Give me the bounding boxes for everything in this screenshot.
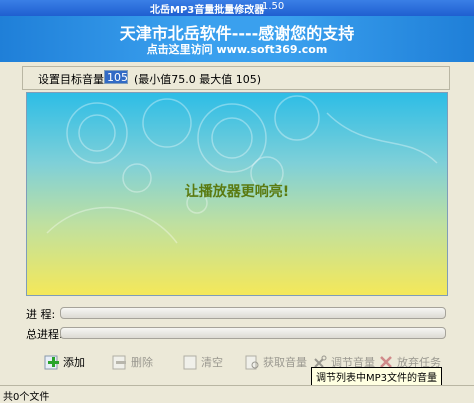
title-bar[interactable]: 北岳MP3音量批量修改器 1.50	[0, 0, 474, 16]
status-bar: 共0个文件	[0, 385, 474, 403]
window-title: 北岳MP3音量批量修改器	[150, 5, 265, 16]
target-volume-input[interactable]: 105	[104, 70, 128, 84]
target-volume-label: 设置目标音量	[38, 73, 104, 86]
add-icon	[44, 355, 59, 370]
adjust-volume-tooltip: 调节列表中MP3文件的音量	[311, 367, 443, 386]
clear-button[interactable]: 清空	[182, 352, 223, 372]
total-progress-label: 总进程:	[26, 328, 63, 341]
add-button-label: 添加	[63, 356, 85, 369]
get-volume-icon	[245, 355, 259, 370]
progress-bar	[60, 307, 446, 319]
window-version: 1.50	[262, 1, 285, 12]
clear-icon	[183, 355, 197, 370]
volume-range-hint: (最小值75.0 最大值 105)	[134, 73, 262, 86]
file-list-area[interactable]: 让播放器更响亮!	[26, 92, 448, 296]
delete-icon	[112, 355, 126, 370]
total-progress-bar	[60, 327, 446, 339]
add-button[interactable]: 添加	[44, 352, 85, 372]
delete-button[interactable]: 删除	[112, 352, 153, 372]
banner-link[interactable]: 点击这里访问 www.soft369.com	[0, 41, 474, 57]
get-volume-button[interactable]: 获取音量	[244, 352, 307, 372]
banner[interactable]: 天津市北岳软件----感谢您的支持 点击这里访问 www.soft369.com	[0, 16, 474, 62]
get-volume-button-label: 获取音量	[263, 356, 307, 369]
delete-button-label: 删除	[131, 356, 153, 369]
slogan-text: 让播放器更响亮!	[184, 184, 290, 200]
progress-label: 进 程:	[26, 308, 56, 321]
clear-button-label: 清空	[201, 356, 223, 369]
